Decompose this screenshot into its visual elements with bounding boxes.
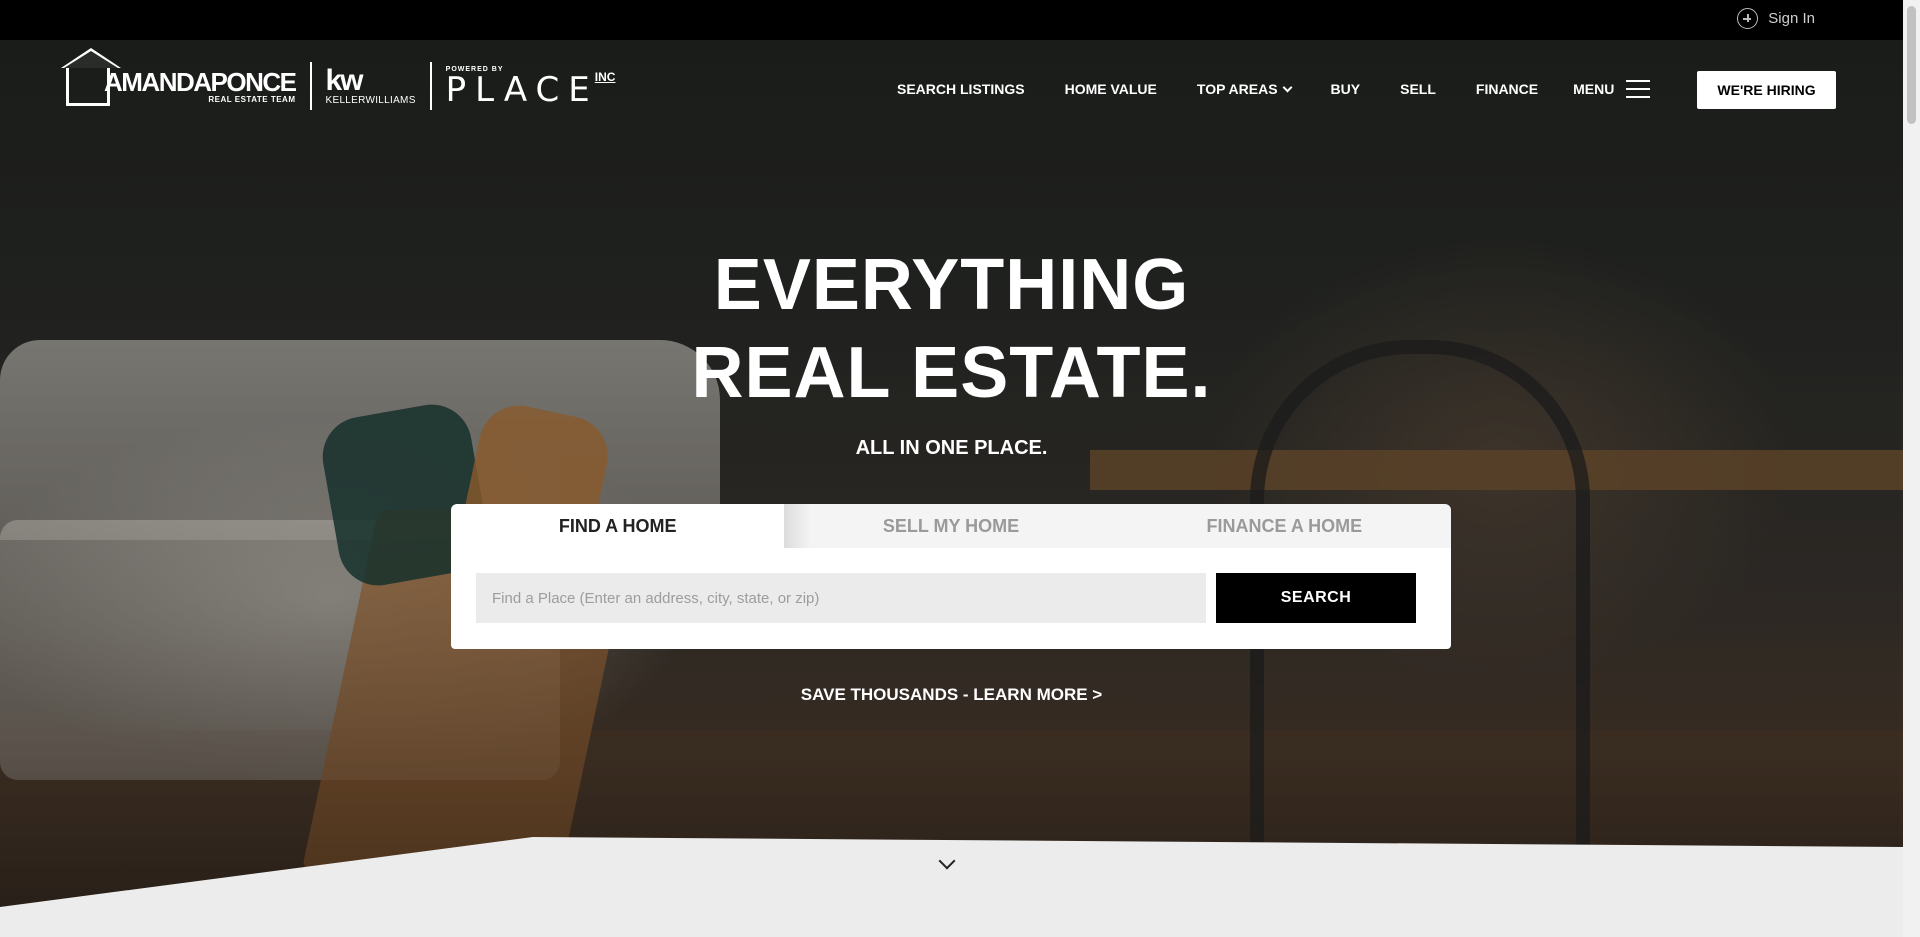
nav-top-areas-label: TOP AREAS <box>1196 81 1278 97</box>
nav-top-areas[interactable]: TOP AREAS <box>1196 81 1292 97</box>
nav-home-value[interactable]: HOME VALUE <box>1065 81 1157 97</box>
tab-find-a-home[interactable]: FIND A HOME <box>451 504 785 548</box>
plus-circle-icon <box>1737 8 1759 29</box>
logo-divider <box>429 62 432 110</box>
search-button[interactable]: SEARCH <box>1216 573 1416 623</box>
hero-headline-line1: EVERYTHING <box>713 245 1190 325</box>
page-scrollbar[interactable] <box>1903 0 1920 937</box>
house-logo-icon <box>61 48 121 106</box>
nav-finance[interactable]: FINANCE <box>1476 81 1538 97</box>
search-tabs: FIND A HOME SELL MY HOME FINANCE A HOME <box>451 504 1451 548</box>
hero-headline-line2: REAL ESTATE. <box>691 333 1212 413</box>
place-logo: POWERED BY PLACE <box>445 65 599 110</box>
hamburger-icon <box>1626 80 1651 98</box>
save-thousands-link[interactable]: SAVE THOUSANDS - LEARN MORE > <box>0 685 1903 705</box>
search-panel: FIND A HOME SELL MY HOME FINANCE A HOME … <box>451 504 1451 649</box>
sign-in-label: Sign In <box>1768 10 1815 27</box>
place-inc: INC <box>594 70 616 84</box>
sign-in-link[interactable]: Sign In <box>1737 8 1815 29</box>
chevron-down-icon <box>1282 82 1292 92</box>
menu-button[interactable]: MENU <box>1573 80 1651 98</box>
top-utility-bar: Sign In <box>0 0 1903 40</box>
main-nav: SEARCH LISTINGS HOME VALUE TOP AREAS BUY… <box>897 80 1651 98</box>
hero-section <box>0 40 1903 937</box>
tab-sell-my-home[interactable]: SELL MY HOME <box>784 504 1118 548</box>
search-input[interactable] <box>476 573 1206 623</box>
site-logo[interactable]: AMANDAPONCE REAL ESTATE TEAM kw KELLERWI… <box>61 48 616 110</box>
hero-tagline: ALL IN ONE PLACE. <box>855 437 1048 459</box>
nav-buy[interactable]: BUY <box>1331 81 1361 97</box>
menu-label: MENU <box>1573 81 1615 97</box>
search-form: SEARCH <box>451 548 1451 649</box>
brand-name: AMANDAPONCE REAL ESTATE TEAM <box>104 66 297 104</box>
tab-finance-a-home[interactable]: FINANCE A HOME <box>1117 504 1451 548</box>
nav-sell[interactable]: SELL <box>1400 81 1436 97</box>
nav-search-listings[interactable]: SEARCH LISTINGS <box>897 81 1025 97</box>
scrollbar-thumb[interactable] <box>1907 6 1916 124</box>
hiring-button[interactable]: WE'RE HIRING <box>1697 71 1836 109</box>
kw-logo: kw KELLERWILLIAMS <box>325 63 416 106</box>
logo-divider <box>309 62 312 110</box>
